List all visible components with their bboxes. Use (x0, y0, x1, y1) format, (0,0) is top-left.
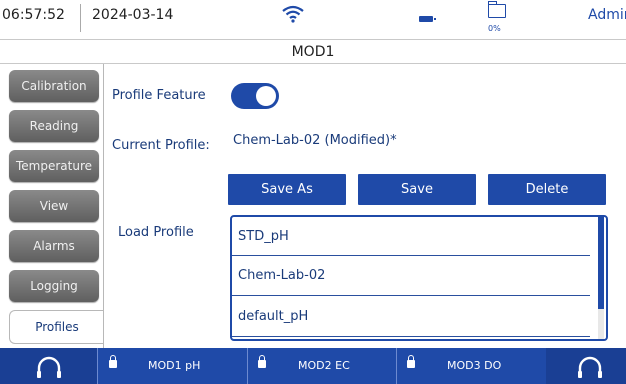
list-divider (232, 295, 590, 296)
storage-percent: 0% (488, 24, 501, 33)
list-item[interactable]: default_pH (238, 309, 308, 324)
left-headset-button[interactable] (0, 348, 97, 384)
tab-logging[interactable]: Logging (9, 270, 99, 302)
status-divider (80, 4, 81, 32)
profiles-panel: Profile Feature Current Profile: Chem-La… (103, 64, 626, 348)
right-headset-button[interactable] (546, 348, 626, 384)
battery-icon (419, 16, 436, 22)
tab-calibration[interactable]: Calibration (9, 70, 99, 102)
load-profile-label: Load Profile (118, 225, 194, 240)
profile-feature-label: Profile Feature (112, 88, 206, 103)
clock-date: 2024-03-14 (92, 7, 174, 23)
user-name[interactable]: Admin (588, 7, 626, 23)
headset-icon (578, 356, 602, 378)
wifi-icon (282, 5, 304, 23)
profile-feature-toggle[interactable] (231, 83, 279, 109)
load-profile-list[interactable]: STD_pH Chem-Lab-02 default_pH (230, 215, 608, 341)
channel-mod2[interactable]: MOD2 EC (247, 348, 396, 384)
list-divider (232, 336, 590, 337)
list-divider (232, 255, 590, 256)
lock-icon (407, 355, 415, 368)
tab-view[interactable]: View (9, 190, 99, 222)
channel-label: MOD2 EC (298, 359, 350, 372)
module-title: MOD1 (0, 40, 626, 64)
bottom-bar: MOD1 pH MOD2 EC MOD3 DO (0, 348, 626, 384)
tab-temperature[interactable]: Temperature (9, 150, 99, 182)
current-profile-value: Chem-Lab-02 (Modified)* (233, 133, 397, 148)
save-button[interactable]: Save (358, 174, 476, 205)
delete-button[interactable]: Delete (488, 174, 606, 205)
tab-reading[interactable]: Reading (9, 110, 99, 142)
sidebar: Calibration Reading Temperature View Ala… (0, 64, 104, 348)
current-profile-label: Current Profile: (112, 138, 210, 153)
folder-icon[interactable] (488, 1, 506, 18)
channel-mod1[interactable]: MOD1 pH (97, 348, 247, 384)
list-item[interactable]: STD_pH (238, 229, 289, 244)
channel-label: MOD1 pH (148, 359, 201, 372)
tab-profiles[interactable]: Profiles (9, 310, 104, 344)
tab-alarms[interactable]: Alarms (9, 230, 99, 262)
status-bar: 06:57:52 2024-03-14 0% Admin (0, 0, 626, 40)
lock-icon (258, 355, 266, 368)
list-scrollbar-thumb[interactable] (598, 217, 604, 309)
lock-icon (109, 355, 117, 368)
channel-label: MOD3 DO (447, 359, 502, 372)
headset-icon (37, 356, 61, 378)
save-as-button[interactable]: Save As (228, 174, 346, 205)
clock-time: 06:57:52 (2, 7, 65, 23)
list-item[interactable]: Chem-Lab-02 (238, 268, 325, 283)
toggle-knob (256, 86, 276, 106)
channel-mod3[interactable]: MOD3 DO (396, 348, 546, 384)
